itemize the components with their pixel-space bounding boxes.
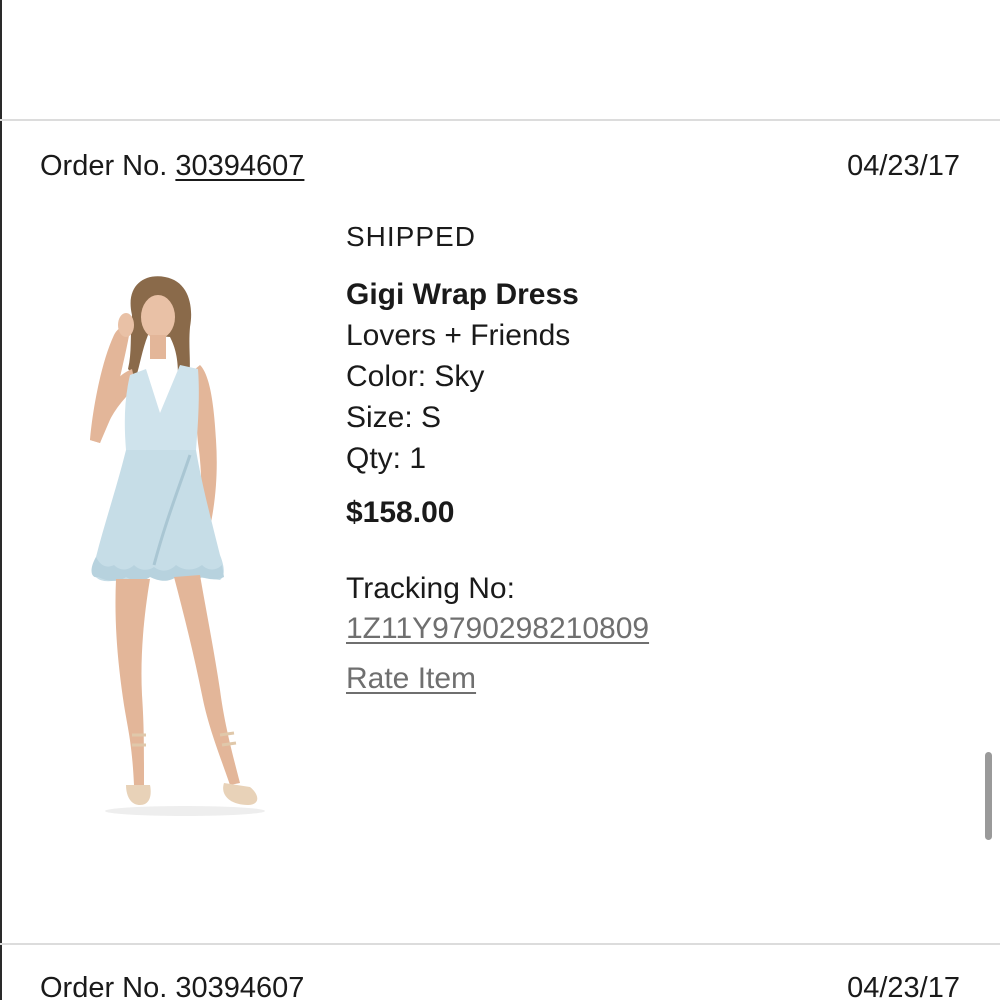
order-history-page: Order No. 30394607 04/23/17 SHIPPED Gigi… bbox=[0, 0, 1000, 1000]
shipping-status: SHIPPED bbox=[346, 221, 476, 252]
left-edge-border bbox=[0, 0, 2, 1000]
order-number-link[interactable]: 30394607 bbox=[175, 150, 304, 182]
order-label: Order No. bbox=[40, 150, 168, 182]
order-label: Order No. bbox=[40, 972, 168, 1000]
order-divider-bottom bbox=[0, 943, 1000, 945]
product-name[interactable]: Gigi Wrap Dress bbox=[346, 275, 946, 315]
scrollbar-thumb[interactable] bbox=[985, 752, 992, 840]
order-number-link[interactable]: 30394607 bbox=[175, 972, 304, 1000]
rate-item-link[interactable]: Rate Item bbox=[346, 659, 476, 699]
product-image[interactable] bbox=[70, 265, 290, 820]
order-item-details: SHIPPED Gigi Wrap Dress Lovers + Friends… bbox=[346, 215, 946, 699]
tracking-number-link[interactable]: 1Z11Y9790298210809 bbox=[346, 609, 649, 649]
order-divider-top bbox=[0, 119, 1000, 121]
product-quantity: Qty: 1 bbox=[346, 442, 427, 475]
product-photo-dress bbox=[90, 276, 265, 816]
order-header-next: Order No. 30394607 04/23/17 bbox=[40, 968, 960, 1000]
order-date: 04/23/17 bbox=[847, 972, 960, 1000]
order-date: 04/23/17 bbox=[847, 150, 960, 182]
product-brand: Lovers + Friends bbox=[346, 319, 571, 352]
product-color: Color: Sky bbox=[346, 360, 485, 393]
order-header: Order No. 30394607 04/23/17 bbox=[40, 146, 960, 186]
tracking-label: Tracking No: bbox=[346, 572, 515, 605]
product-price: $158.00 bbox=[346, 496, 455, 529]
product-size: Size: S bbox=[346, 401, 442, 434]
